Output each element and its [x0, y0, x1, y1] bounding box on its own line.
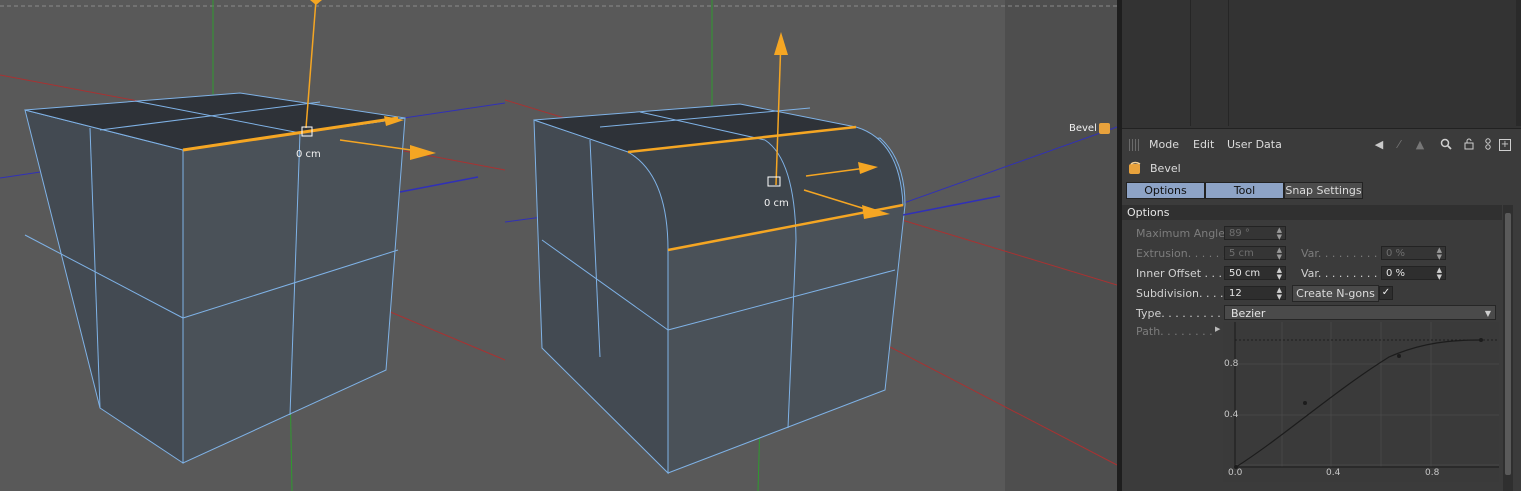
tab-tool[interactable]: Tool: [1205, 182, 1284, 199]
spinner-icon[interactable]: ▲ ▼: [1277, 227, 1282, 241]
object-name: Bevel: [1150, 162, 1181, 175]
extrusion-value: 5 cm: [1229, 248, 1254, 259]
menu-mode[interactable]: Mode: [1149, 138, 1179, 151]
expand-arrow-icon[interactable]: ▶: [1215, 325, 1220, 333]
arrow-diagonal-icon[interactable]: ▲: [1413, 138, 1427, 152]
extrusion-label: Extrusion. . . . . .: [1136, 247, 1227, 260]
object-manager[interactable]: [1122, 0, 1521, 129]
inner-offset-value: 50 cm: [1229, 268, 1261, 279]
inner-offset-var-value: 0 %: [1386, 268, 1406, 279]
attribute-panel: Mode Edit User Data ◀ ⁄ ▲ + Bevel Option…: [1122, 0, 1521, 491]
spinner-icon[interactable]: ▲ ▼: [1277, 287, 1282, 301]
arrow-left-icon[interactable]: ◀: [1372, 138, 1386, 152]
chevron-down-icon: ▼: [1484, 309, 1491, 318]
tab-snap-settings[interactable]: Snap Settings: [1284, 182, 1363, 199]
search-icon[interactable]: [1439, 138, 1453, 152]
attribute-scrollbar[interactable]: [1503, 205, 1513, 491]
path-curve-graph[interactable]: 0.8 0.4 0.0 0.4 0.8: [1223, 322, 1499, 482]
create-ngons-button[interactable]: Create N-gons: [1292, 285, 1379, 302]
extrusion-var-value: 0 %: [1386, 248, 1406, 259]
distance-readout-right: 0 cm: [764, 198, 789, 209]
attribute-menubar: Mode Edit User Data ◀ ⁄ ▲ +: [1122, 135, 1521, 155]
subdivision-label: Subdivision. . . .: [1136, 287, 1224, 300]
spinner-icon[interactable]: ▲ ▼: [1277, 267, 1282, 281]
create-ngons-checkbox[interactable]: ✓: [1379, 286, 1393, 300]
graph-y-tick: 0.4: [1224, 410, 1239, 420]
extrusion-var-field[interactable]: 0 % ▲ ▼: [1381, 246, 1446, 261]
max-angle-field[interactable]: 89 ° ▲ ▼: [1224, 226, 1286, 241]
menu-user-data[interactable]: User Data: [1227, 138, 1282, 151]
inner-offset-label: Inner Offset . . .: [1136, 267, 1223, 280]
viewport-scene: [0, 0, 1117, 491]
type-dropdown[interactable]: Bezier ▼: [1224, 305, 1496, 320]
link-icon[interactable]: [1481, 138, 1495, 152]
graph-x-tick: 0.0: [1228, 468, 1243, 478]
right-cube-front-face: [533, 119, 669, 475]
type-label: Type. . . . . . . . .: [1136, 307, 1221, 320]
bevel-icon: [1128, 161, 1142, 175]
type-value: Bezier: [1231, 307, 1266, 320]
viewport-object-tag[interactable]: Bevel: [1069, 123, 1097, 134]
add-icon[interactable]: +: [1499, 139, 1511, 151]
extrusion-var-label: Var. . . . . . . . . .: [1301, 247, 1385, 260]
section-header-options[interactable]: Options: [1122, 205, 1502, 220]
subdivision-field[interactable]: 12 ▲ ▼: [1224, 286, 1286, 301]
graph-y-tick: 0.8: [1224, 359, 1239, 369]
menu-edit[interactable]: Edit: [1193, 138, 1214, 151]
path-curve-svg: [1234, 322, 1499, 469]
grip-handle[interactable]: [1129, 139, 1139, 151]
spinner-icon[interactable]: ▲ ▼: [1437, 267, 1442, 281]
tab-options[interactable]: Options: [1126, 182, 1205, 199]
arrow-up-icon[interactable]: ⁄: [1392, 138, 1406, 152]
scrollbar-thumb[interactable]: [1505, 213, 1511, 475]
inner-offset-var-field[interactable]: 0 % ▲ ▼: [1381, 266, 1446, 281]
path-label: Path. . . . . . . .: [1136, 325, 1213, 338]
inner-offset-var-label: Var. . . . . . . . . .: [1301, 267, 1385, 280]
subdivision-value: 12: [1229, 288, 1242, 299]
graph-x-tick: 0.8: [1425, 468, 1440, 478]
lock-icon[interactable]: [1462, 138, 1476, 152]
extrusion-field[interactable]: 5 cm ▲ ▼: [1224, 246, 1286, 261]
left-cube-front-face: [24, 109, 184, 464]
max-angle-value: 89 °: [1229, 228, 1250, 239]
spinner-icon[interactable]: ▲ ▼: [1437, 247, 1442, 261]
graph-x-tick: 0.4: [1326, 468, 1341, 478]
viewport-3d[interactable]: 0 cm 0 cm Bevel: [0, 0, 1117, 491]
distance-readout-left: 0 cm: [296, 149, 321, 160]
max-angle-label: Maximum Angle: [1136, 227, 1225, 240]
spinner-icon[interactable]: ▲ ▼: [1277, 247, 1282, 261]
inner-offset-field[interactable]: 50 cm ▲ ▼: [1224, 266, 1286, 281]
